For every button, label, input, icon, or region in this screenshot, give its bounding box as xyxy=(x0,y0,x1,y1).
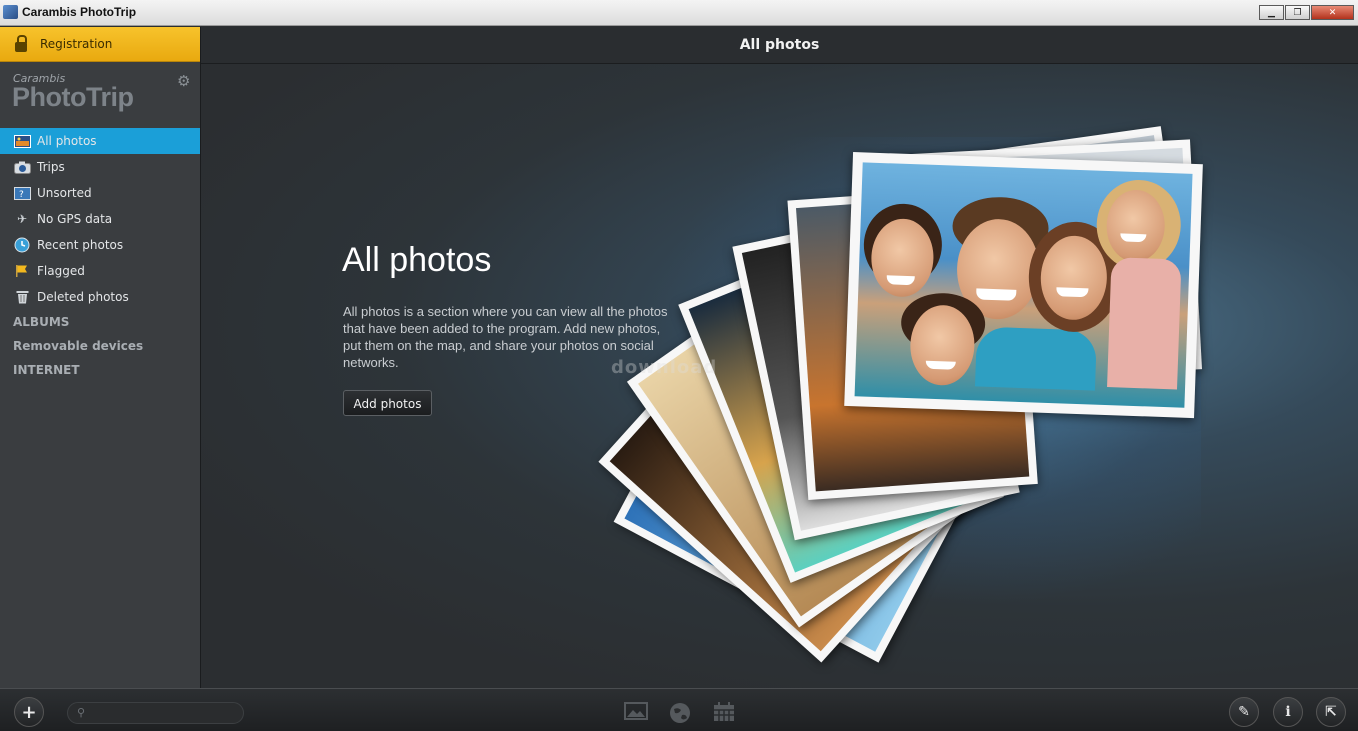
sidebar-item-all-photos[interactable]: All photos xyxy=(0,128,200,154)
sidebar-item-unsorted[interactable]: ? Unsorted xyxy=(0,180,200,206)
brand-big: PhotoTrip xyxy=(12,82,134,112)
section-removable-devices[interactable]: Removable devices xyxy=(0,334,200,358)
gear-icon[interactable]: ⚙ xyxy=(177,72,190,90)
add-photos-button[interactable]: Add photos xyxy=(343,390,432,416)
sidebar-item-label: Deleted photos xyxy=(37,290,129,304)
sidebar-item-no-gps[interactable]: ✈ No GPS data xyxy=(0,206,200,232)
search-icon: ⚲ xyxy=(77,706,86,719)
bottom-toolbar: + ⚲ ✎ i ⇱ xyxy=(0,688,1358,731)
share-button[interactable]: ⇱ xyxy=(1316,697,1346,727)
family-photo xyxy=(844,152,1203,419)
camera-icon xyxy=(13,160,31,174)
sidebar-item-flagged[interactable]: Flagged xyxy=(0,258,200,284)
window-title: Carambis PhotoTrip xyxy=(22,5,137,19)
satellite-icon: ✈ xyxy=(16,212,28,226)
sidebar-item-label: Recent photos xyxy=(37,238,124,252)
info-button[interactable]: i xyxy=(1273,697,1303,727)
globe-view-icon[interactable] xyxy=(669,702,691,729)
sidebar-item-label: Trips xyxy=(37,160,65,174)
sidebar-item-deleted[interactable]: Deleted photos xyxy=(0,284,200,310)
sidebar-item-label: Flagged xyxy=(37,264,85,278)
sidebar: Registration Carambis PhotoTrip ⚙ All ph… xyxy=(0,27,201,688)
search-input[interactable]: ⚲ xyxy=(67,702,244,724)
section-albums[interactable]: ALBUMS xyxy=(0,310,200,334)
unsorted-icon: ? xyxy=(13,186,31,200)
registration-button[interactable]: Registration xyxy=(0,27,200,62)
photo-icon xyxy=(13,134,31,148)
watermark: download xyxy=(611,357,718,378)
lock-icon xyxy=(15,35,27,52)
window-titlebar: Carambis PhotoTrip ▁ ❐ ✕ xyxy=(0,0,1358,26)
main-panel: All photos All photos All photos is a se… xyxy=(201,27,1358,688)
page-header: All photos xyxy=(201,27,1358,64)
image-view-icon[interactable] xyxy=(624,702,648,725)
maximize-button[interactable]: ❐ xyxy=(1285,5,1310,20)
svg-text:?: ? xyxy=(19,190,24,200)
sidebar-item-recent[interactable]: Recent photos xyxy=(0,232,200,258)
page-title: All photos xyxy=(342,241,492,279)
trash-icon xyxy=(13,290,31,304)
sidebar-item-label: All photos xyxy=(37,134,97,148)
clock-icon xyxy=(13,237,31,253)
flag-icon xyxy=(13,264,31,278)
close-button[interactable]: ✕ xyxy=(1311,5,1354,20)
sidebar-item-trips[interactable]: Trips xyxy=(0,154,200,180)
calendar-view-icon[interactable] xyxy=(713,702,735,727)
add-button[interactable]: + xyxy=(14,697,44,727)
registration-label: Registration xyxy=(40,37,113,51)
sidebar-item-label: No GPS data xyxy=(37,212,113,226)
minimize-button[interactable]: ▁ xyxy=(1259,5,1284,20)
sidebar-item-label: Unsorted xyxy=(37,186,92,200)
brand-logo: Carambis PhotoTrip ⚙ xyxy=(0,62,200,128)
app-icon xyxy=(3,5,18,19)
section-internet[interactable]: INTERNET xyxy=(0,358,200,382)
edit-button[interactable]: ✎ xyxy=(1229,697,1259,727)
